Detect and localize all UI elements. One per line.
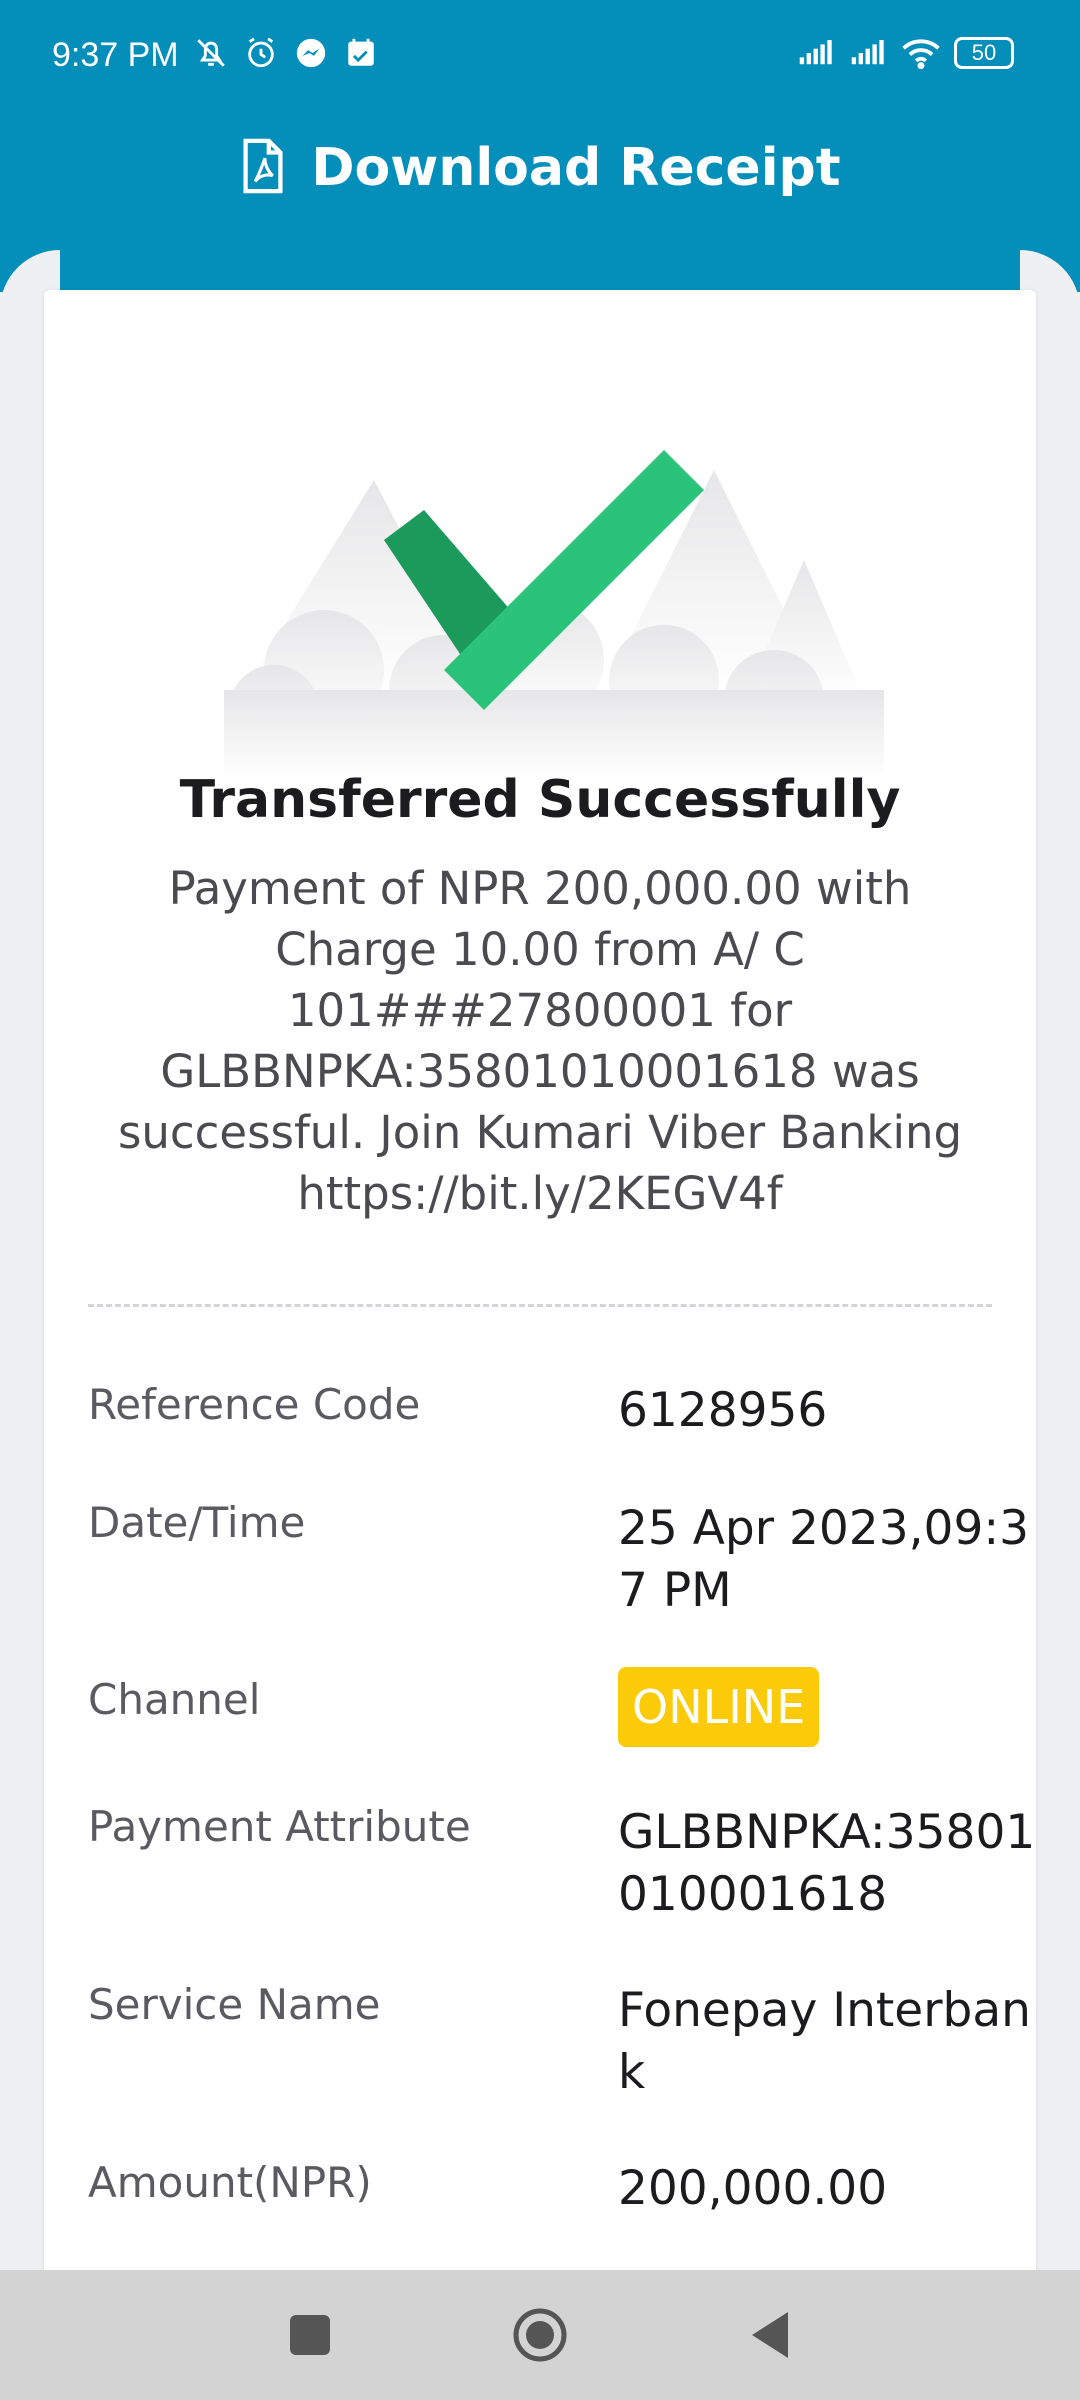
recent-apps-icon[interactable] bbox=[270, 2295, 350, 2375]
signal-icon bbox=[850, 34, 888, 72]
messenger-icon bbox=[292, 34, 330, 72]
home-icon[interactable] bbox=[500, 2295, 580, 2375]
detail-value: GLBBNPKA:35801010001618 bbox=[618, 1805, 1036, 1922]
download-receipt-button[interactable]: Download Receipt bbox=[0, 128, 1080, 208]
calendar-icon bbox=[342, 34, 380, 72]
alarm-icon bbox=[242, 34, 280, 72]
bell-off-icon bbox=[192, 34, 230, 72]
channel-badge: ONLINE bbox=[618, 1667, 820, 1747]
detail-label: Date/Time bbox=[88, 1498, 306, 1547]
system-nav-bar bbox=[0, 2270, 1080, 2400]
detail-label: Amount(NPR) bbox=[88, 2158, 372, 2207]
detail-value: ONLINE bbox=[618, 1667, 1048, 1747]
pdf-file-icon bbox=[239, 137, 287, 199]
receipt-title: Transferred Successfully bbox=[179, 770, 901, 830]
detail-value: 25 Apr 2023,09:37 PM bbox=[618, 1501, 1030, 1618]
receipt-card: Transferred Successfully Payment of NPR … bbox=[44, 290, 1036, 2300]
detail-label: Reference Code bbox=[88, 1380, 421, 1429]
back-icon[interactable] bbox=[730, 2295, 810, 2375]
battery-icon: 50 bbox=[954, 37, 1014, 69]
detail-value: 6128956 bbox=[618, 1383, 828, 1438]
page-title: Download Receipt bbox=[311, 138, 841, 198]
status-time: 9:37 PM bbox=[52, 36, 179, 74]
detail-label: Channel bbox=[88, 1675, 261, 1724]
detail-label: Payment Attribute bbox=[88, 1802, 471, 1851]
success-check-icon bbox=[184, 360, 904, 780]
dashed-divider bbox=[88, 1304, 992, 1307]
signal-icon bbox=[798, 34, 836, 72]
status-bar: 9:37 PM 50 bbox=[0, 0, 1080, 110]
app-header: 9:37 PM 50 Download Receipt bbox=[0, 0, 1080, 292]
receipt-message: Payment of NPR 200,000.00 with Charge 10… bbox=[117, 862, 963, 1220]
detail-value: Fonepay Interbank bbox=[618, 1983, 1031, 2100]
wifi-icon bbox=[902, 34, 940, 72]
detail-label: Service Name bbox=[88, 1980, 381, 2029]
detail-value: 200,000.00 bbox=[618, 2161, 888, 2216]
